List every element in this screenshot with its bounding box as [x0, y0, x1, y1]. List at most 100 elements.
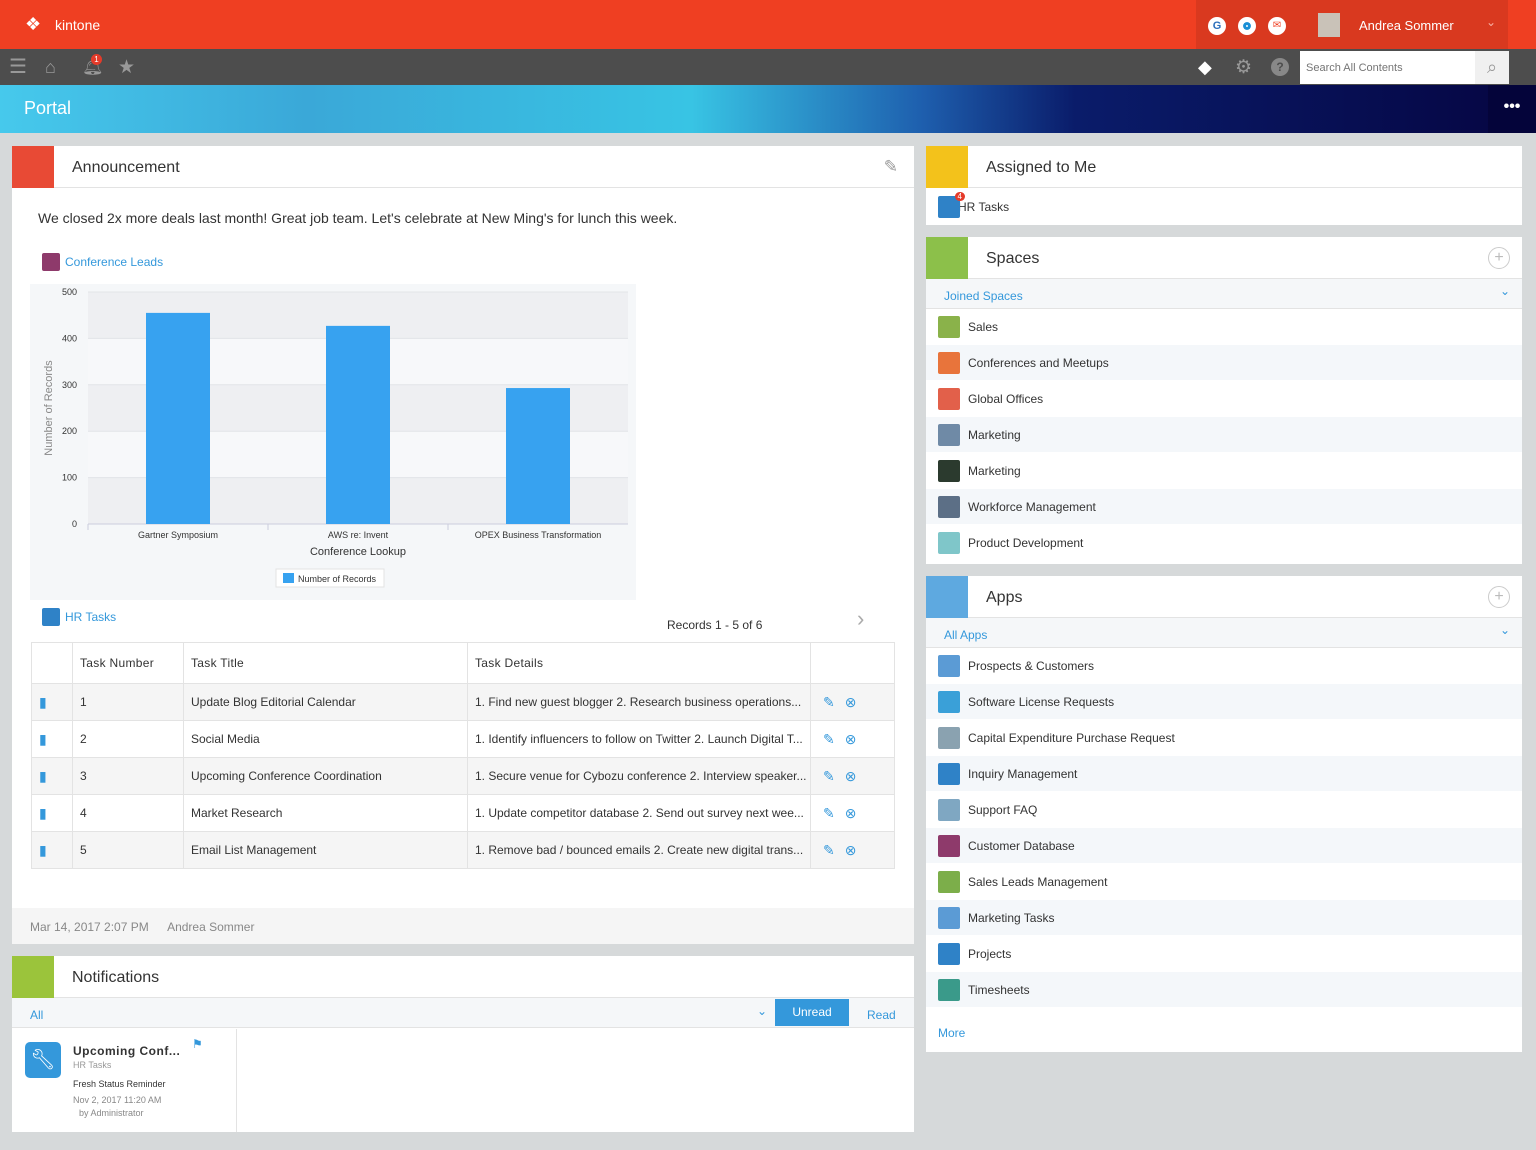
record-status-icon[interactable]: ▮	[39, 842, 47, 858]
edit-icon[interactable]: ✎	[823, 805, 835, 821]
portal-banner: Portal •••	[0, 85, 1536, 133]
edit-icon[interactable]: ✎	[823, 842, 835, 858]
space-item[interactable]: Conferences and Meetups	[926, 345, 1522, 381]
wrench-icon	[42, 608, 60, 626]
task-details: 1. Secure venue for Cybozu conference 2.…	[467, 757, 811, 795]
app-item[interactable]: Support FAQ	[926, 792, 1522, 828]
record-status-icon[interactable]: ▮	[39, 768, 47, 784]
app-item[interactable]: Customer Database	[926, 828, 1522, 864]
office-icon[interactable]	[1238, 17, 1256, 35]
read-tab[interactable]: Read	[867, 1008, 896, 1022]
delete-icon[interactable]: ⊗	[845, 768, 857, 784]
item-label: HR Tasks	[958, 200, 1010, 214]
edit-icon[interactable]: ✎	[884, 157, 898, 177]
task-title: Social Media	[183, 720, 468, 758]
garoon-icon[interactable]: G	[1208, 17, 1226, 35]
space-item[interactable]: Workforce Management	[926, 489, 1522, 525]
y-axis-title: Number of Records	[43, 360, 55, 456]
notification-author: by Administrator	[79, 1108, 144, 1118]
flag-icon[interactable]: ⚑	[192, 1037, 203, 1051]
space-item[interactable]: Marketing	[926, 417, 1522, 453]
space-icon	[938, 315, 960, 338]
notifications-panel: Notifications All ⌄ Unread Read 🔧︎ Upcom…	[12, 956, 914, 1132]
spaces-panel: Spaces + Joined Spaces ⌄ Sales Conferences…	[926, 237, 1522, 564]
app-item[interactable]: Timesheets	[926, 972, 1522, 1008]
space-icon	[938, 495, 960, 518]
record-status-icon[interactable]: ▮	[39, 731, 47, 747]
apps-filter[interactable]: All Apps ⌄	[926, 618, 1522, 648]
table-row[interactable]: ▮ 5 Email List Management 1. Remove bad …	[31, 831, 895, 869]
task-title: Update Blog Editorial Calendar	[183, 683, 468, 721]
app-item[interactable]: Prospects & Customers	[926, 648, 1522, 684]
table-row[interactable]: ▮ 3 Upcoming Conference Coordination 1. …	[31, 757, 895, 795]
conference-leads-link[interactable]: Conference Leads	[42, 253, 163, 271]
delete-icon[interactable]: ⊗	[845, 731, 857, 747]
space-item[interactable]: Global Offices	[926, 381, 1522, 417]
add-space-button[interactable]: +	[1488, 247, 1510, 269]
portal-icon[interactable]: ◆	[1198, 57, 1212, 78]
notification-item[interactable]: 🔧︎ Upcoming Conf... ⚑ HR Tasks Fresh Sta…	[12, 1029, 237, 1132]
app-item[interactable]: Sales Leads Management	[926, 864, 1522, 900]
app-item[interactable]: Projects	[926, 936, 1522, 972]
assigned-item[interactable]: 4 HR Tasks	[938, 192, 1010, 218]
task-number: 2	[72, 720, 184, 758]
spaces-filter[interactable]: Joined Spaces ⌄	[926, 279, 1522, 309]
help-icon[interactable]: ?	[1271, 58, 1289, 76]
add-app-button[interactable]: +	[1488, 586, 1510, 608]
megaphone-icon	[12, 146, 54, 188]
user-menu[interactable]: Andrea Sommer ⌄	[1300, 0, 1508, 49]
search-button[interactable]: ⌕	[1475, 51, 1509, 84]
space-item[interactable]: Product Development	[926, 525, 1522, 561]
count-badge: 4	[954, 192, 965, 201]
assigned-panel: Assigned to Me 4 HR Tasks	[926, 146, 1522, 225]
mail-icon[interactable]: ✉	[1268, 17, 1286, 35]
announcement-panel: Announcement ✎ We closed 2x more deals l…	[12, 146, 914, 944]
hr-tasks-link[interactable]: HR Tasks	[42, 608, 116, 626]
space-item[interactable]: Sales	[926, 309, 1522, 345]
app-item[interactable]: Capital Expenditure Purchase Request	[926, 720, 1522, 756]
x-axis-title: Conference Lookup	[310, 546, 406, 558]
chevron-down-icon[interactable]: ⌄	[757, 1004, 767, 1018]
notification-badge: 1	[91, 54, 102, 65]
app-icon	[938, 870, 960, 893]
table-row[interactable]: ▮ 2 Social Media 1. Identify influencers…	[31, 720, 895, 758]
search-input[interactable]	[1300, 51, 1475, 84]
filter-label: All Apps	[944, 628, 988, 642]
app-icon	[938, 798, 960, 821]
bell-icon	[12, 956, 54, 998]
star-icon[interactable]: ★	[118, 56, 135, 79]
item-label: Product Development	[968, 535, 1084, 550]
edit-icon[interactable]: ✎	[823, 694, 835, 710]
next-page-button[interactable]: ›	[857, 606, 864, 632]
table-row[interactable]: ▮ 1 Update Blog Editorial Calendar 1. Fi…	[31, 683, 895, 721]
menu-icon[interactable]: ☰	[9, 57, 27, 77]
app-item[interactable]: Marketing Tasks	[926, 900, 1522, 936]
toolbar: ☰ ⌂ 🔔︎ 1 ★ ◆ ⚙ ? ⌕	[0, 49, 1536, 85]
y-tick-label: 200	[62, 426, 77, 436]
more-options-button[interactable]: •••	[1488, 85, 1536, 133]
table-row[interactable]: ▮ 4 Market Research 1. Update competitor…	[31, 794, 895, 832]
delete-icon[interactable]: ⊗	[845, 694, 857, 710]
delete-icon[interactable]: ⊗	[845, 842, 857, 858]
edit-icon[interactable]: ✎	[823, 768, 835, 784]
record-status-icon[interactable]: ▮	[39, 805, 47, 821]
filter-dropdown[interactable]: All	[30, 1008, 43, 1022]
app-item[interactable]: Inquiry Management	[926, 756, 1522, 792]
bar-chart: 0 100 200 300 400 500 Gartner Symposium AWS re:…	[30, 284, 636, 600]
more-apps-link[interactable]: More	[938, 1026, 965, 1040]
kintone-logo-icon[interactable]: ❖	[25, 15, 49, 33]
task-details: 1. Remove bad / bounced emails 2. Create…	[467, 831, 811, 869]
edit-icon[interactable]: ✎	[823, 731, 835, 747]
record-icon[interactable]: ▮	[39, 694, 47, 710]
x-tick-label: OPEX Business Transformation	[475, 530, 602, 540]
home-icon[interactable]: ⌂	[45, 57, 56, 78]
unread-tab[interactable]: Unread	[775, 999, 849, 1026]
gear-icon[interactable]: ⚙	[1235, 56, 1252, 79]
lightbulb-icon	[926, 146, 968, 188]
space-item[interactable]: Marketing	[926, 453, 1522, 489]
delete-icon[interactable]: ⊗	[845, 805, 857, 821]
announcement-message: We closed 2x more deals last month! Grea…	[38, 210, 678, 226]
notification-filter-bar: All ⌄ Unread Read	[12, 998, 914, 1028]
author[interactable]: Andrea Sommer	[167, 920, 254, 934]
app-item[interactable]: Software License Requests	[926, 684, 1522, 720]
